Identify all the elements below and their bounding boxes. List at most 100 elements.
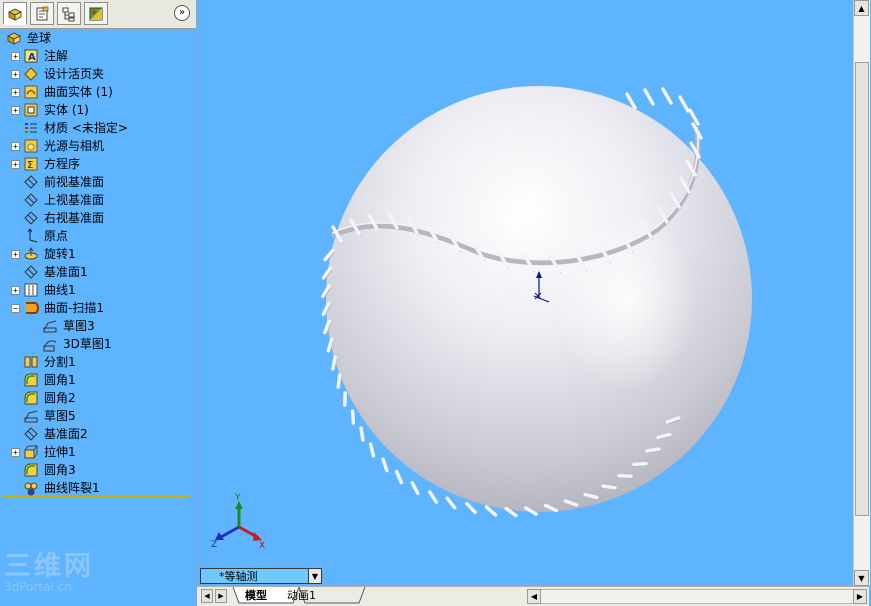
plane-icon bbox=[23, 192, 39, 208]
surface-sweep-icon bbox=[23, 300, 39, 316]
plane-icon bbox=[23, 210, 39, 226]
fillet-icon bbox=[23, 372, 39, 388]
rollback-bar[interactable] bbox=[2, 496, 190, 498]
tree-item-label: 曲面-扫描1 bbox=[44, 299, 104, 317]
model-canvas[interactable]: Y Z X bbox=[197, 0, 853, 586]
stitch bbox=[338, 375, 339, 387]
curve-icon bbox=[23, 282, 39, 298]
tab-model[interactable]: 模型 bbox=[245, 587, 267, 604]
tree-item-label: 分割1 bbox=[44, 353, 76, 371]
expand-icon[interactable]: + bbox=[11, 160, 20, 169]
tree-item-label: 方程序 bbox=[44, 155, 80, 173]
expand-icon[interactable]: + bbox=[11, 88, 20, 97]
expand-icon[interactable]: + bbox=[11, 52, 20, 61]
tree-item-label: 基准面1 bbox=[44, 263, 88, 281]
split-icon bbox=[23, 354, 39, 370]
triad-y-label: Y bbox=[234, 493, 241, 503]
tree-item-label: 3D草图1 bbox=[63, 335, 112, 353]
tree-item-label: 右视基准面 bbox=[44, 209, 104, 227]
stitch bbox=[361, 428, 363, 440]
feature-tree: 垒球 +A注解+设计活页夹+曲面实体 (1)+实体 (1)材质 <未指定>+光源… bbox=[2, 29, 190, 497]
display-tab[interactable] bbox=[84, 2, 108, 25]
stitch bbox=[397, 471, 402, 482]
stitch bbox=[383, 459, 387, 470]
stitch bbox=[467, 504, 475, 513]
scroll-up-button[interactable]: ▲ bbox=[854, 0, 869, 16]
sketch-icon bbox=[42, 318, 58, 334]
watermark: 三维网 3dPortal.cn bbox=[4, 553, 94, 594]
feature-tree-icon bbox=[7, 6, 23, 22]
stitch bbox=[634, 464, 646, 465]
expand-panel-button[interactable]: » bbox=[174, 5, 190, 21]
sketch-icon bbox=[23, 408, 39, 424]
tree-item-label: 曲线阵裂1 bbox=[44, 479, 100, 497]
graphics-viewport[interactable]: Y Z X *等轴测 ▼ bbox=[197, 0, 853, 586]
feature-tree-tab[interactable] bbox=[3, 2, 27, 25]
ball-highlight bbox=[557, 210, 697, 390]
extrude-icon bbox=[23, 444, 39, 460]
collapse-icon[interactable]: − bbox=[11, 304, 20, 313]
fillet-icon bbox=[23, 462, 39, 478]
tree-item-label: 基准面2 bbox=[44, 425, 88, 443]
expand-icon[interactable]: + bbox=[11, 448, 20, 457]
watermark-text: 三维网 bbox=[4, 553, 94, 581]
origin-icon bbox=[23, 228, 39, 244]
plane-icon bbox=[23, 426, 39, 442]
hscroll-right-button[interactable]: ▶ bbox=[853, 589, 867, 604]
tree-item-label: 圆角1 bbox=[44, 371, 76, 389]
tree-item-label: 光源与相机 bbox=[44, 137, 104, 155]
display-icon bbox=[88, 6, 104, 22]
svg-text:Σ: Σ bbox=[27, 160, 33, 171]
tree-item-label: 设计活页夹 bbox=[44, 65, 104, 83]
curve-pattern-icon bbox=[23, 480, 39, 496]
tree-item-label: 旋转1 bbox=[44, 245, 76, 263]
stitch bbox=[680, 97, 688, 111]
tree-item-label: 实体 (1) bbox=[44, 101, 89, 119]
solid-bodies-icon bbox=[23, 102, 39, 118]
tree-item-label: 曲线1 bbox=[44, 281, 76, 299]
configuration-icon bbox=[61, 6, 77, 22]
tree-item-label: 曲面实体 (1) bbox=[44, 83, 113, 101]
bottom-tab-strip: ◀ ▶ 模型 动画1 ◀ ▶ bbox=[197, 586, 869, 606]
dropdown-arrow-icon[interactable]: ▼ bbox=[308, 569, 321, 583]
watermark-url: 3dPortal.cn bbox=[4, 581, 94, 594]
tree-item-label: 草图3 bbox=[63, 317, 95, 335]
scroll-down-button[interactable]: ▼ bbox=[854, 570, 869, 586]
lights-camera-icon bbox=[23, 138, 39, 154]
surface-bodies-icon bbox=[23, 84, 39, 100]
configuration-tab[interactable] bbox=[57, 2, 81, 25]
expand-icon[interactable]: + bbox=[11, 250, 20, 259]
scroll-thumb[interactable] bbox=[855, 62, 869, 516]
expand-icon[interactable]: + bbox=[11, 142, 20, 151]
tree-item-label: 圆角3 bbox=[44, 461, 76, 479]
tab-animation[interactable]: 动画1 bbox=[287, 587, 316, 604]
feature-manager-panel: » 垒球 +A注解+设计活页夹+曲面实体 (1)+实体 (1)材质 <未指定>+… bbox=[0, 0, 197, 605]
tree-item-label: 前视基准面 bbox=[44, 173, 104, 191]
stitch bbox=[353, 411, 354, 423]
vertical-scrollbar[interactable]: ▲ ▼ bbox=[853, 0, 870, 586]
equations-icon: Σ bbox=[23, 156, 39, 172]
stitch bbox=[371, 444, 374, 456]
property-tab[interactable] bbox=[30, 2, 54, 25]
expand-icon[interactable]: + bbox=[11, 70, 20, 79]
stitch bbox=[333, 357, 335, 369]
tab-scroll-left-button[interactable]: ◀ bbox=[201, 589, 213, 603]
stitch bbox=[430, 492, 437, 502]
reference-triad: Y Z X bbox=[211, 493, 265, 551]
view-orientation-value: *等轴测 bbox=[201, 568, 308, 584]
hscroll-left-button[interactable]: ◀ bbox=[527, 589, 541, 604]
triad-x-label: X bbox=[259, 541, 265, 551]
tab-scroll-right-button[interactable]: ▶ bbox=[215, 589, 227, 603]
tree-item-label: 注解 bbox=[44, 47, 68, 65]
expand-icon[interactable]: + bbox=[11, 106, 20, 115]
tree-item-label: 草图5 bbox=[44, 407, 76, 425]
tree-item-label: 上视基准面 bbox=[44, 191, 104, 209]
annotation-icon: A bbox=[23, 48, 39, 64]
stitch bbox=[603, 486, 615, 488]
view-orientation-dropdown[interactable]: *等轴测 ▼ bbox=[200, 568, 322, 584]
triad-z-label: Z bbox=[211, 540, 217, 550]
svg-text:A: A bbox=[28, 52, 36, 63]
softball-model[interactable] bbox=[323, 86, 752, 517]
horizontal-scrollbar[interactable]: ◀ ▶ bbox=[527, 589, 867, 604]
expand-icon[interactable]: + bbox=[11, 286, 20, 295]
